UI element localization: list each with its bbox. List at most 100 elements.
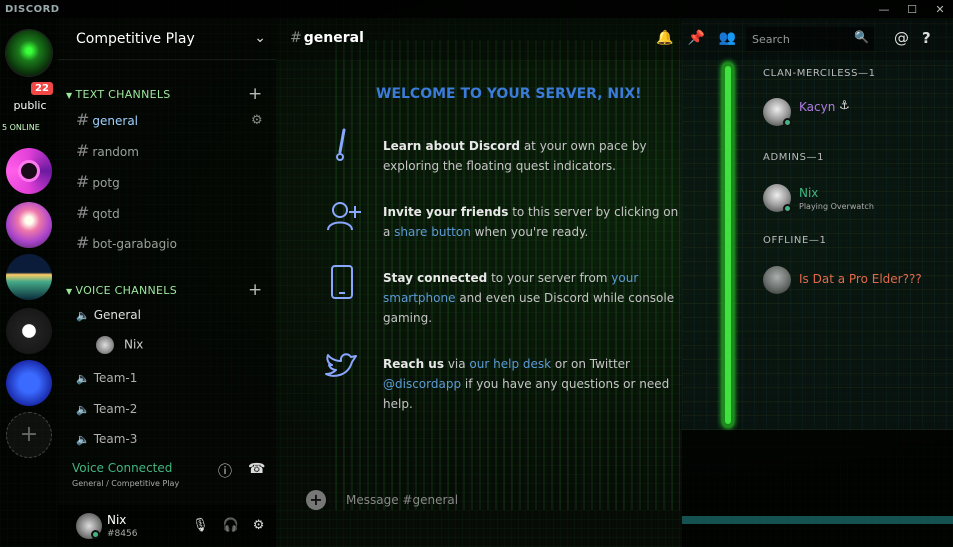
share-button-link[interactable]: share button [394, 225, 471, 239]
anchor-icon: ⚓ [839, 98, 850, 112]
server-header[interactable]: Competitive Play ⌄ [58, 18, 276, 60]
category-label: VOICE CHANNELS [75, 284, 178, 297]
microphone-icon[interactable]: 🎙 [192, 518, 209, 533]
disconnect-icon[interactable]: ☎ [248, 461, 265, 481]
hash-icon: # [76, 141, 90, 160]
member-list-scrollbar[interactable] [722, 62, 734, 428]
member-name: Nix [799, 186, 819, 200]
voice-connected-subtitle[interactable]: General / Competitive Play [72, 479, 179, 488]
maximize-button[interactable]: ☐ [905, 3, 919, 16]
channel-title-label: general [303, 30, 364, 46]
search-icon[interactable]: 🔍 [854, 30, 869, 44]
channel-label: potg [92, 176, 120, 190]
speaker-icon: 🔈 [76, 433, 90, 446]
server-icon-overwatch[interactable] [6, 148, 52, 194]
close-button[interactable]: ✕ [933, 3, 947, 16]
server-icon-5[interactable] [6, 308, 52, 354]
twitter-link[interactable]: @discordapp [383, 377, 461, 391]
voice-connected-title: Voice Connected [72, 461, 173, 475]
chevron-down-icon[interactable]: ⌄ [254, 30, 266, 46]
channel-general[interactable]: # general [76, 110, 138, 129]
pin-icon[interactable]: 📌 [687, 30, 704, 46]
message-input[interactable] [346, 488, 666, 512]
member-group-header: CLAN-MERCILESS—1 [763, 68, 876, 79]
voice-channel-team-3[interactable]: 🔈 Team-3 [76, 432, 137, 446]
welcome-heading: WELCOME TO YOUR SERVER, NIX! [376, 86, 642, 102]
category-voice-channels[interactable]: ▼ VOICE CHANNELS [66, 284, 177, 297]
speaker-icon: 🔈 [76, 309, 90, 322]
user-tag: #8456 [107, 529, 138, 539]
voice-user-name: Nix [124, 337, 144, 352]
help-desk-link[interactable]: our help desk [469, 357, 551, 371]
help-icon[interactable]: ? [922, 29, 931, 47]
tip-reach: Reach us via our help desk or on Twitter… [383, 357, 670, 411]
hash-icon: # [76, 110, 90, 129]
message-composer: + [300, 484, 678, 520]
category-text-channels[interactable]: ▼ TEXT CHANNELS [66, 88, 171, 101]
server-icon-3[interactable] [6, 202, 52, 248]
add-text-channel-icon[interactable]: + [248, 84, 262, 104]
member-activity: Playing Overwatch [799, 202, 874, 211]
chat-header: #general 🔔 📌 👥 🔍 @ ? [276, 18, 953, 60]
terminal-highlight [682, 516, 953, 524]
member-item-nix[interactable]: Nix Playing Overwatch [763, 184, 953, 220]
member-group-header: OFFLINE—1 [763, 235, 827, 246]
voice-channel-label: Team-1 [93, 371, 138, 385]
server-icon-public[interactable] [6, 30, 52, 76]
member-group-header: ADMINS—1 [763, 152, 825, 163]
mention-badge: 22 [31, 82, 53, 95]
voice-channel-label: Team-3 [93, 432, 138, 446]
channel-title: # general [290, 30, 364, 46]
minimize-button[interactable]: — [877, 3, 891, 16]
add-voice-channel-icon[interactable]: + [248, 280, 262, 300]
hash-icon: # [76, 203, 90, 222]
member-name: Is Dat a Pro Elder??? [799, 272, 922, 286]
gear-icon[interactable]: ⚙ [251, 113, 263, 128]
voice-channel-team-1[interactable]: 🔈 Team-1 [76, 371, 137, 385]
channel-random[interactable]: # random [76, 141, 139, 160]
headphones-icon[interactable]: 🎧 [223, 518, 239, 533]
server-name-label: public [13, 99, 47, 112]
voice-channel-label: General [93, 308, 141, 322]
settings-gear-icon[interactable]: ⚙ [253, 518, 265, 533]
username: Nix [107, 513, 127, 527]
avatar [763, 266, 791, 294]
hash-icon: # [76, 172, 90, 191]
exclamation-icon [336, 128, 346, 161]
voice-channel-label: Team-2 [93, 402, 138, 416]
mention-at-icon[interactable]: @ [894, 29, 909, 47]
tip-learn: Learn about Discord at your own pace by … [383, 139, 647, 173]
header-icons: 🔔 📌 👥 [656, 30, 736, 46]
server-icon-4[interactable] [6, 254, 52, 300]
voice-controls: ⓘ ☎ [218, 461, 265, 481]
speaker-icon: 🔈 [76, 403, 90, 416]
voice-channel-team-2[interactable]: 🔈 Team-2 [76, 402, 137, 416]
background-terminal [682, 430, 953, 547]
add-user-icon [327, 202, 361, 231]
bell-icon[interactable]: 🔔 [656, 30, 673, 46]
online-status-icon [783, 118, 792, 127]
caret-icon: ▼ [66, 287, 73, 296]
upload-plus-icon[interactable]: + [306, 490, 326, 510]
add-server-button[interactable]: + [6, 412, 52, 458]
channel-qotd[interactable]: # qotd [76, 203, 120, 222]
channel-bot-garabagio[interactable]: # bot-garabagio [76, 233, 177, 252]
voice-user[interactable]: Nix [96, 336, 143, 354]
info-icon[interactable]: ⓘ [218, 461, 232, 481]
online-status-icon [783, 204, 792, 213]
member-item-offline[interactable]: Is Dat a Pro Elder??? [763, 266, 953, 302]
channel-label: general [92, 114, 139, 128]
members-icon[interactable]: 👥 [719, 30, 736, 46]
caret-icon: ▼ [66, 91, 73, 100]
member-item-kacyn[interactable]: Kacyn ⚓ [763, 98, 953, 134]
voice-channel-general[interactable]: 🔈 General [76, 308, 141, 322]
channel-sidebar: Competitive Play ⌄ ▼ TEXT CHANNELS + # gen… [58, 18, 276, 547]
user-controls: 🎙 🎧 ⚙ [192, 518, 264, 533]
smartphone-icon [331, 265, 353, 299]
hash-icon: # [76, 233, 90, 252]
title-bar: DISCORD — ☐ ✕ [0, 0, 953, 18]
channel-label: bot-garabagio [92, 237, 177, 251]
tip-connected: Stay connected to your server from your … [383, 271, 675, 325]
channel-potg[interactable]: # potg [76, 172, 120, 191]
server-icon-6[interactable] [6, 360, 52, 406]
